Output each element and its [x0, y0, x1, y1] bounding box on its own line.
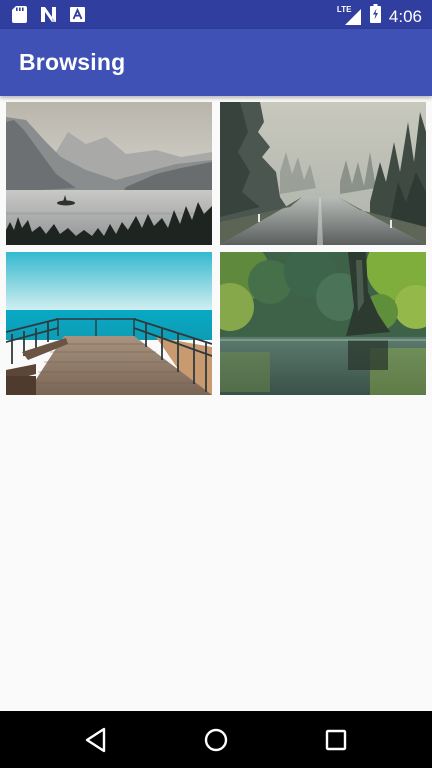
home-button[interactable] — [201, 725, 231, 755]
recents-square-icon — [325, 729, 347, 751]
battery-charging-icon — [369, 4, 381, 28]
back-button[interactable] — [82, 725, 112, 755]
forest-pond-image[interactable] — [220, 252, 426, 395]
a-notification-icon — [70, 7, 85, 27]
navigation-bar — [0, 711, 432, 768]
misty-forest-road-image[interactable] — [220, 102, 426, 245]
app-screen: LTE 4:06 Browsing — [0, 0, 432, 768]
back-triangle-icon — [85, 727, 106, 753]
sd-card-icon — [12, 6, 27, 28]
status-bar: LTE 4:06 — [0, 0, 432, 29]
status-right-icons: LTE 4:06 — [336, 4, 422, 28]
lte-signal-icon: LTE — [336, 5, 362, 26]
home-circle-icon — [204, 728, 228, 752]
status-left-icons — [12, 6, 85, 28]
recents-button[interactable] — [321, 725, 351, 755]
n-notification-icon — [40, 6, 57, 28]
mountain-lake-image[interactable] — [6, 102, 212, 245]
app-title: Browsing — [19, 49, 126, 75]
network-label: LTE — [336, 5, 352, 14]
status-time: 4:06 — [388, 6, 422, 26]
app-bar: Browsing — [0, 29, 432, 96]
ocean-boardwalk-image[interactable] — [6, 252, 212, 395]
